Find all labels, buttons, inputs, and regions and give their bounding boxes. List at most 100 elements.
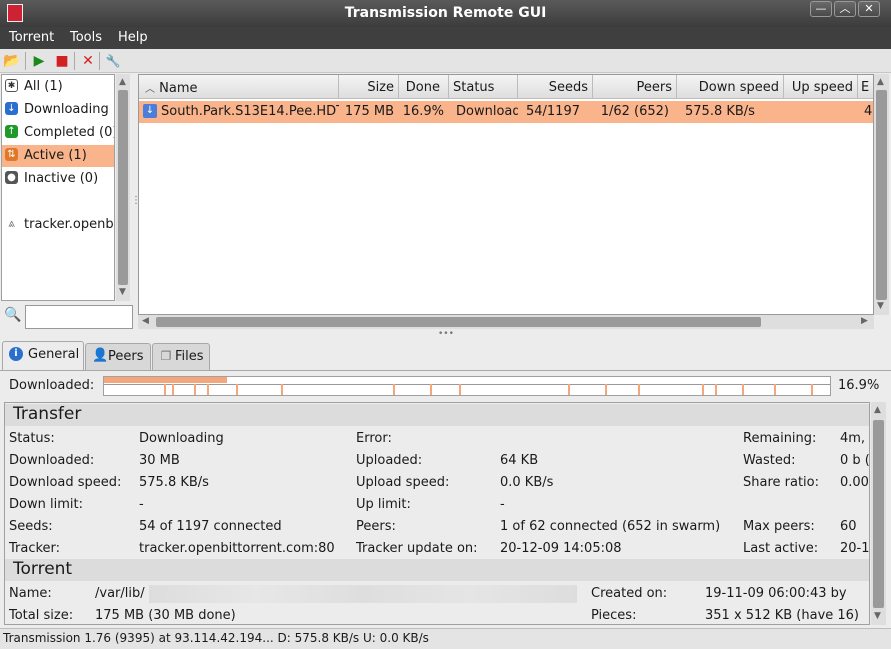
wasted-label: Wasted: <box>743 453 796 468</box>
down-limit-value: - <box>139 497 144 512</box>
download-percent: 16.9% <box>838 378 880 393</box>
filter-all[interactable]: ✱ All (1) <box>2 76 114 98</box>
filter-completed[interactable]: ↑ Completed (0) <box>2 122 114 144</box>
torrent-seeds: 54/1197 <box>525 104 580 119</box>
peers-label: Peers: <box>356 519 396 534</box>
status-label: Status: <box>9 431 55 446</box>
seeds-label: Seeds: <box>9 519 53 534</box>
scroll-down-icon[interactable]: ▼ <box>119 287 126 297</box>
name-value: /var/lib/ <box>95 586 145 601</box>
up-limit-label: Up limit: <box>356 497 411 512</box>
pieces-label: Pieces: <box>591 608 637 623</box>
tab-label: Peers <box>108 349 144 364</box>
tracker-update-label: Tracker update on: <box>356 541 478 556</box>
piece-mark <box>430 384 432 395</box>
close-button[interactable]: ✕ <box>858 1 880 17</box>
menu-tools[interactable]: Tools <box>70 30 102 45</box>
piece-mark <box>715 384 717 395</box>
vertical-splitter-handle[interactable]: ⋮ <box>131 195 141 215</box>
wasted-value: 0 b ( <box>840 453 869 468</box>
col-eta[interactable]: E <box>858 75 873 99</box>
tab-files[interactable]: ❐ Files <box>152 343 210 370</box>
torrent-peers: 1/62 (652) <box>600 104 669 119</box>
total-size-label: Total size: <box>9 608 74 623</box>
remaining-label: Remaining: <box>743 431 817 446</box>
scroll-up-icon[interactable]: ▲ <box>119 77 126 87</box>
scroll-up-icon[interactable]: ▲ <box>877 77 884 87</box>
tracker-value: tracker.openbittorrent.com:80 <box>139 541 335 556</box>
filter-label: tracker.openbittorrent.com <box>24 217 114 232</box>
created-on-value: 19-11-09 06:00:43 by <box>705 586 847 601</box>
delete-icon[interactable]: ✕ <box>79 52 97 70</box>
filter-label: All (1) <box>24 79 63 94</box>
wrench-icon[interactable]: 🔧 <box>104 52 122 70</box>
list-vertical-scrollbar[interactable]: ▲ ▼ <box>874 74 889 315</box>
col-name[interactable]: ︿ Name <box>139 75 339 99</box>
filter-inactive[interactable]: ● Inactive (0) <box>2 168 114 190</box>
filter-label: Downloading (1) <box>24 102 114 117</box>
folder-open-icon[interactable]: 📂 <box>3 52 21 70</box>
scroll-down-icon[interactable]: ▼ <box>874 611 881 621</box>
active-icon: ⇅ <box>5 148 18 161</box>
upload-speed-label: Upload speed: <box>356 475 450 490</box>
menu-help[interactable]: Help <box>118 30 148 45</box>
play-icon[interactable]: ▶ <box>30 52 48 70</box>
list-horizontal-scrollbar[interactable]: ◀ ▶ <box>138 315 874 329</box>
col-down-speed[interactable]: Down speed <box>677 75 784 99</box>
error-label: Error: <box>356 431 392 446</box>
last-active-value: 20-1 <box>840 541 869 556</box>
sort-asc-icon: ︿ <box>145 84 155 95</box>
piece-mark <box>774 384 776 395</box>
filter-downloading[interactable]: ↓ Downloading (1) <box>2 99 114 121</box>
piece-mark <box>605 384 607 395</box>
col-peers[interactable]: Peers <box>593 75 677 99</box>
upload-speed-value: 0.0 KB/s <box>500 475 554 490</box>
down-limit-label: Down limit: <box>9 497 83 512</box>
pieces-value: 351 x 512 KB (have 16) <box>705 608 860 623</box>
minimize-button[interactable]: — <box>810 1 832 17</box>
scroll-thumb[interactable] <box>876 90 887 300</box>
info-icon: i <box>9 347 23 361</box>
scroll-thumb[interactable] <box>156 317 761 327</box>
col-seeds[interactable]: Seeds <box>518 75 593 99</box>
tab-general[interactable]: i General <box>2 341 84 370</box>
details-scrollbar[interactable]: ▲ ▼ <box>871 402 886 625</box>
scroll-thumb[interactable] <box>873 420 884 608</box>
last-active-label: Last active: <box>743 541 819 556</box>
tab-label: Files <box>175 349 204 364</box>
search-input[interactable] <box>25 305 133 329</box>
scroll-right-icon[interactable]: ▶ <box>861 316 868 326</box>
tab-peers[interactable]: 👤 Peers <box>85 343 151 370</box>
filter-scrollbar[interactable]: ▲ ▼ <box>116 74 130 301</box>
table-row[interactable]: ↓ South.Park.S13E14.Pee.HDTV 175 MB 16.9… <box>139 101 873 123</box>
status-text: Transmission 1.76 (9395) at 93.114.42.19… <box>3 631 429 645</box>
scroll-left-icon[interactable]: ◀ <box>142 316 149 326</box>
downloaded-label: Downloaded: <box>9 378 95 393</box>
max-peers-value: 60 <box>840 519 857 534</box>
max-peers-label: Max peers: <box>743 519 815 534</box>
completed-icon: ↑ <box>5 125 18 138</box>
scroll-down-icon[interactable]: ▼ <box>877 301 884 311</box>
search-area: 🔍 <box>1 303 135 331</box>
col-size[interactable]: Size <box>339 75 399 99</box>
torrent-list: ︿ Name Size Done Status Seeds Peers Down… <box>138 74 874 315</box>
torrent-size: 175 MB <box>344 104 394 119</box>
menu-torrent[interactable]: Torrent <box>9 30 54 45</box>
torrent-name: South.Park.S13E14.Pee.HDTV <box>161 104 339 119</box>
tab-label: General <box>28 347 80 362</box>
col-up-speed[interactable]: Up speed <box>784 75 858 99</box>
detail-tabs: i General 👤 Peers ❐ Files <box>0 340 891 370</box>
maximize-button[interactable]: ︿ <box>834 1 856 17</box>
piece-mark <box>811 384 813 395</box>
col-done[interactable]: Done <box>399 75 449 99</box>
scroll-thumb[interactable] <box>118 90 128 285</box>
horizontal-splitter-handle[interactable]: ••• <box>438 330 456 339</box>
filter-label: Inactive (0) <box>24 171 99 186</box>
scroll-up-icon[interactable]: ▲ <box>874 405 881 415</box>
stop-icon[interactable]: ■ <box>53 52 71 70</box>
piece-mark <box>568 384 570 395</box>
col-status[interactable]: Status <box>449 75 518 99</box>
filter-active[interactable]: ⇅ Active (1) <box>2 145 114 167</box>
filter-tracker[interactable]: ⩓ tracker.openbittorrent.com <box>2 214 114 236</box>
section-transfer: Transfer <box>5 404 869 426</box>
